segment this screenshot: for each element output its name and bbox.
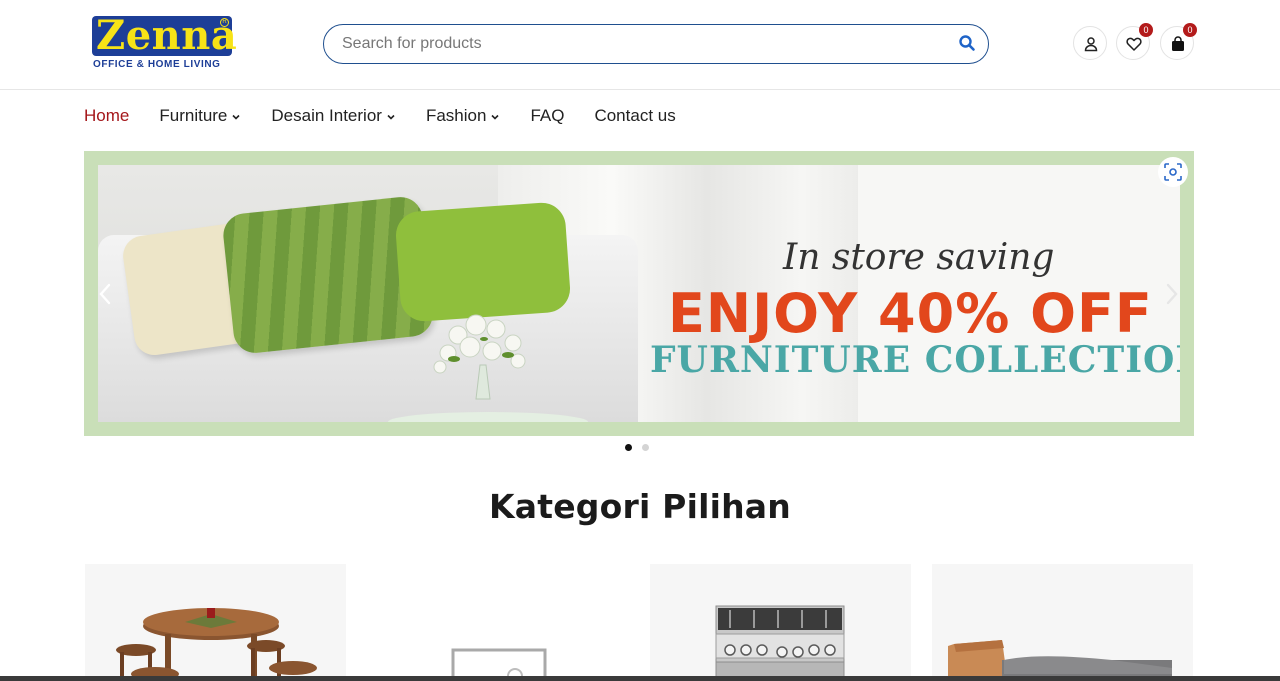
focus-scan-icon xyxy=(1164,163,1182,181)
category-card[interactable] xyxy=(650,564,911,681)
carousel-dot-2[interactable] xyxy=(642,444,649,451)
logo-wordmark: Zenna xyxy=(96,12,238,59)
cart-button[interactable]: 0 xyxy=(1160,23,1197,60)
category-card[interactable] xyxy=(367,564,628,681)
registered-mark: R xyxy=(220,18,229,27)
gas-range-image xyxy=(715,605,845,681)
chevron-left-icon[interactable] xyxy=(94,281,118,307)
dining-table-image xyxy=(116,608,317,681)
heart-icon xyxy=(1126,37,1142,51)
promo-headline: ENJOY 40% OFF xyxy=(668,282,1153,345)
search-bar xyxy=(323,24,989,64)
search-icon[interactable] xyxy=(958,34,978,54)
nav-item-fashion[interactable]: Fashion xyxy=(426,103,500,129)
nav-label: Furniture xyxy=(159,106,228,125)
site-header: Zenna R OFFICE & HOME LIVING 0 0 xyxy=(0,0,1280,90)
picture-frame-image xyxy=(451,648,547,681)
nav-label: Desain Interior xyxy=(271,106,382,125)
promo-collection: FURNITURE COLLECTION xyxy=(650,339,1180,381)
nav-item-home[interactable]: Home xyxy=(84,103,129,129)
wishlist-button[interactable]: 0 xyxy=(1116,23,1153,60)
carousel-dot-1[interactable] xyxy=(625,444,632,451)
chevron-right-icon[interactable] xyxy=(1159,281,1183,307)
banner-flowers xyxy=(433,314,526,400)
wishlist-count-badge: 0 xyxy=(1139,23,1153,37)
shopping-bag-icon xyxy=(1172,36,1184,51)
chevron-down-icon xyxy=(491,114,500,120)
category-card[interactable] xyxy=(85,564,346,681)
nav-item-desain-interior[interactable]: Desain Interior xyxy=(271,103,396,129)
category-card[interactable] xyxy=(932,564,1193,681)
nav-item-furniture[interactable]: Furniture xyxy=(159,103,241,129)
cart-count-badge: 0 xyxy=(1183,23,1197,37)
banner-slide: In store saving ENJOY 40% OFF FURNITURE … xyxy=(98,165,1180,422)
nav-label: Contact us xyxy=(594,106,676,125)
hero-banner[interactable]: In store saving ENJOY 40% OFF FURNITURE … xyxy=(84,151,1194,436)
brand-logo[interactable]: Zenna R OFFICE & HOME LIVING xyxy=(92,12,237,72)
search-input[interactable] xyxy=(342,33,942,55)
nav-label: FAQ xyxy=(530,106,565,125)
nav-label: Home xyxy=(84,106,130,125)
window-bottom-edge xyxy=(0,676,1280,681)
nav-item-faq[interactable]: FAQ xyxy=(530,103,564,129)
user-icon xyxy=(1084,37,1098,52)
nav-item-contact-us[interactable]: Contact us xyxy=(594,103,675,129)
wooden-bed-image xyxy=(948,640,1172,681)
section-title: Kategori Pilihan xyxy=(489,487,791,526)
main-nav: Home Furniture Desain Interior Fashion F… xyxy=(84,103,706,129)
chevron-down-icon xyxy=(232,114,240,120)
chevron-down-icon xyxy=(387,114,395,120)
zoom-button[interactable] xyxy=(1158,157,1188,187)
nav-label: Fashion xyxy=(425,106,487,125)
logo-tagline: OFFICE & HOME LIVING xyxy=(93,59,221,70)
account-button[interactable] xyxy=(1073,26,1107,60)
promo-subtitle: In store saving xyxy=(783,237,1055,278)
carousel-pagination xyxy=(625,444,649,454)
